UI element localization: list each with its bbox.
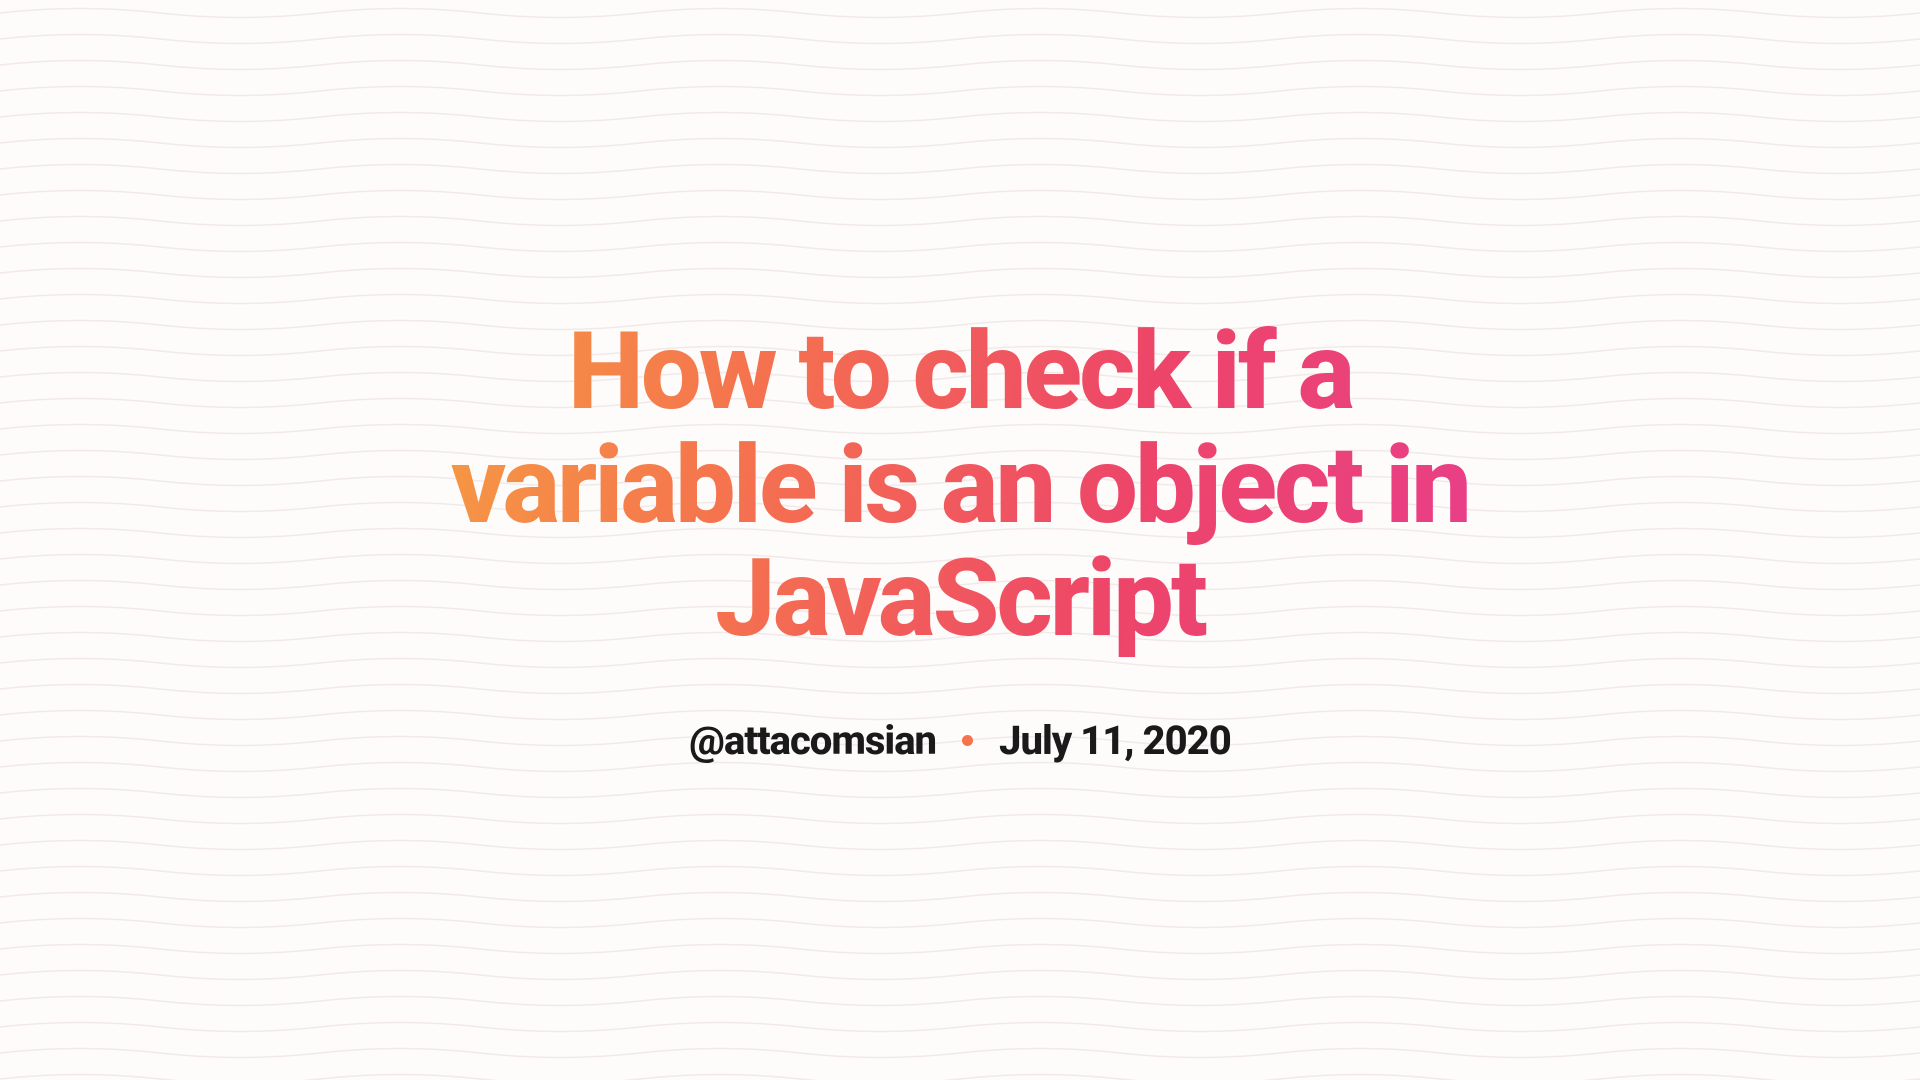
- author-handle: @attacomsian: [689, 717, 936, 764]
- separator-dot: [962, 735, 973, 746]
- publish-date: July 11, 2020: [999, 717, 1231, 764]
- page-title: How to check if a variable is an object …: [410, 316, 1510, 656]
- meta-info: @attacomsian July 11, 2020: [689, 717, 1231, 764]
- content-container: How to check if a variable is an object …: [0, 0, 1920, 1080]
